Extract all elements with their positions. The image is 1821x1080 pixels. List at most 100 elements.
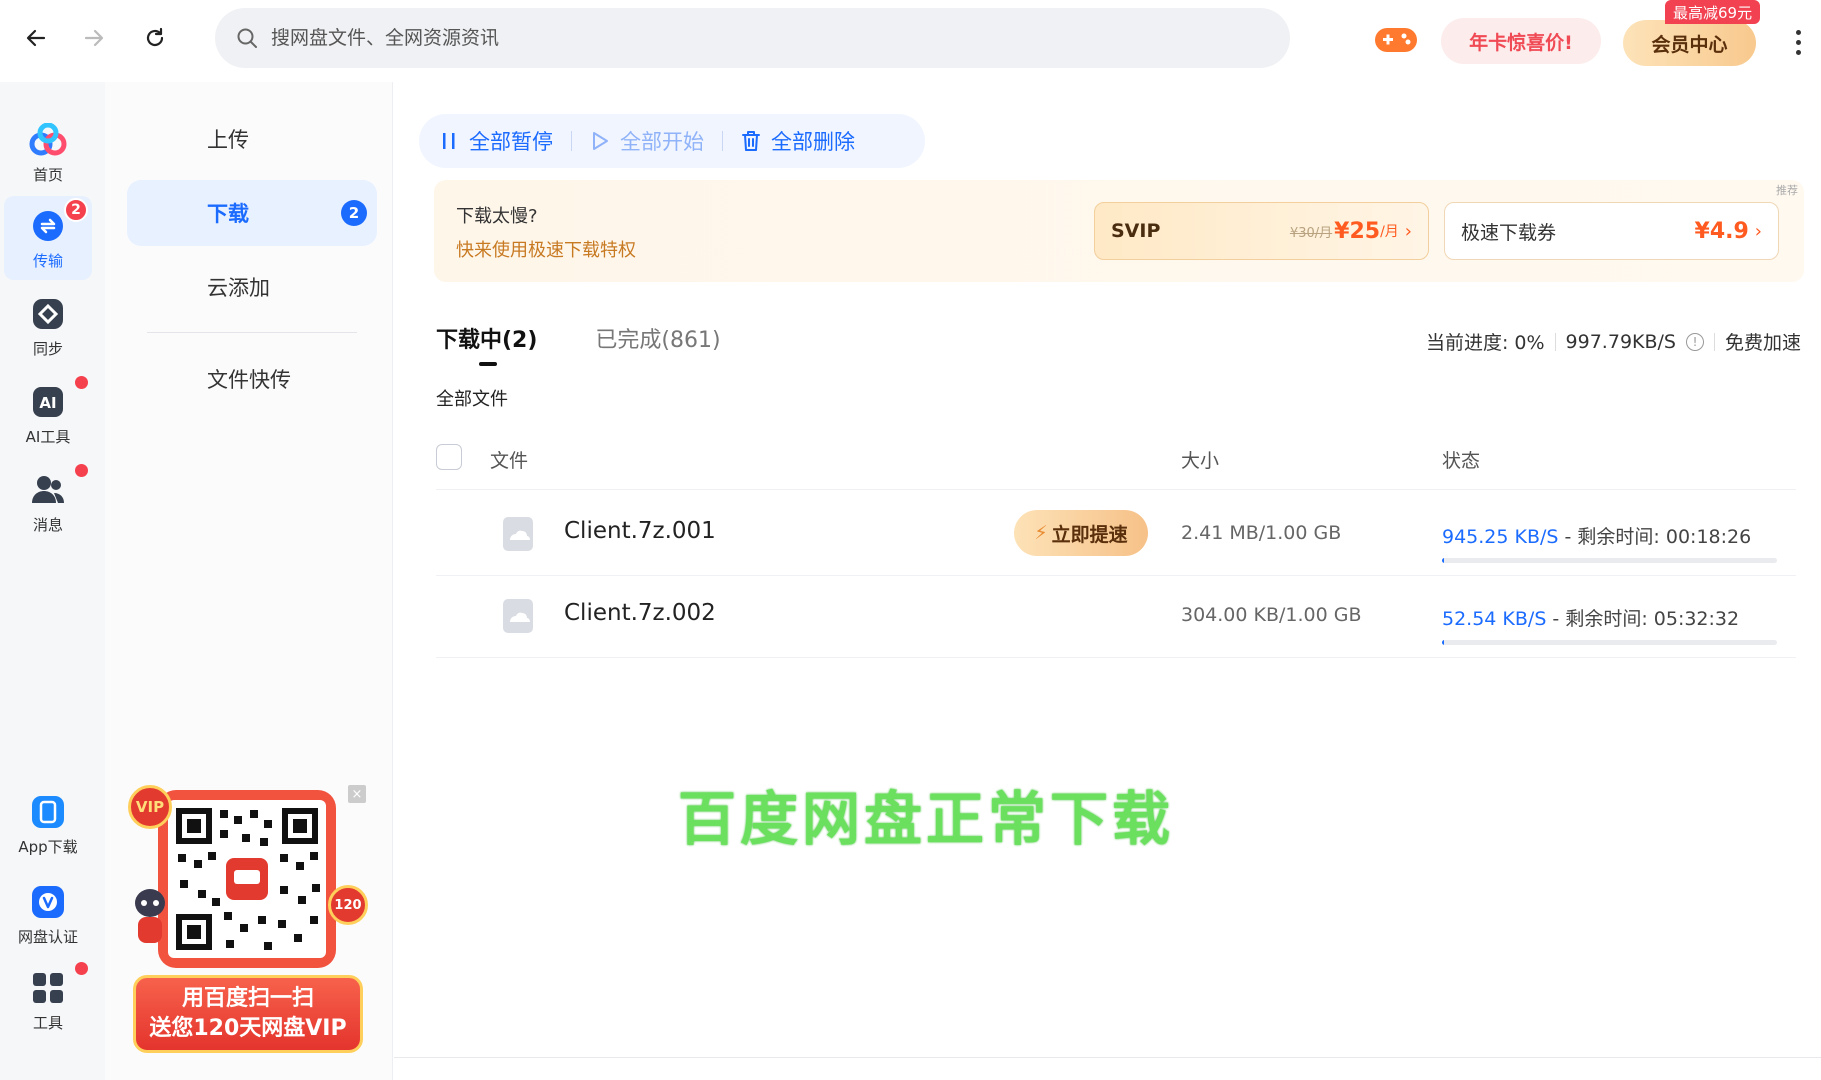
speed-banner-subtitle: 快来使用极速下载特权 xyxy=(456,240,636,261)
coupon-price: ¥4.9 xyxy=(1694,218,1749,244)
rail-item-messages[interactable]: 消息 xyxy=(4,460,92,544)
svg-text:AI: AI xyxy=(39,394,56,412)
file-status: 52.54 KB/S - 剩余时间: 05:32:32 xyxy=(1442,604,1739,631)
boost-now-button[interactable]: ⚡ 立即提速 xyxy=(1014,510,1148,556)
info-icon[interactable]: ! xyxy=(1685,332,1704,351)
chevron-right-icon: › xyxy=(1404,220,1412,242)
subnav-divider xyxy=(147,332,357,333)
recommend-tag: 推荐 xyxy=(1776,184,1798,197)
qr-promo-line2: 送您120天网盘VIP xyxy=(149,1016,347,1041)
divider xyxy=(1554,332,1556,351)
arrow-left-icon xyxy=(26,29,46,47)
download-count-badge: 2 xyxy=(341,200,367,226)
file-name: Client.7z.002 xyxy=(564,600,716,626)
free-boost-link[interactable]: 免费加速 xyxy=(1725,328,1801,355)
qr-code-icon xyxy=(176,808,320,950)
table-row[interactable]: Client.7z.001 ⚡ 立即提速 2.41 MB/1.00 GB 945… xyxy=(436,494,1796,576)
notification-dot xyxy=(75,375,88,389)
rail-item-tools[interactable]: 工具 xyxy=(4,958,92,1042)
rail-item-ai-tools[interactable]: AI AI工具 xyxy=(4,372,92,456)
svip-offer-button[interactable]: SVIP ¥30/月 ¥25 /月 › xyxy=(1094,202,1429,260)
refresh-icon xyxy=(146,27,164,47)
tab-downloading[interactable]: 下载中(2) xyxy=(436,322,537,366)
qr-promo-line1: 用百度扫一扫 xyxy=(181,986,314,1011)
select-all-checkbox[interactable] xyxy=(436,444,462,470)
progress-summary: 当前进度: 0% 997.79KB/S ! 免费加速 xyxy=(1426,328,1801,355)
rail-item-app-download[interactable]: App下载 xyxy=(4,782,92,866)
start-all-button[interactable]: 全部开始 xyxy=(590,126,704,156)
table-header: 文件 大小 状态 xyxy=(436,432,1796,490)
subnav-item-download[interactable]: 下载 2 xyxy=(127,180,377,246)
rail-label: 同步 xyxy=(32,339,63,358)
top-bar: 年卡惊喜价! 会员中心 最高减69元 xyxy=(0,0,1821,82)
download-speed: 52.54 KB/S xyxy=(1442,608,1547,630)
ai-icon: AI xyxy=(28,375,88,422)
pause-all-button[interactable]: 全部暂停 xyxy=(439,126,553,156)
breadcrumb[interactable]: 全部文件 xyxy=(436,385,508,411)
search-bar[interactable] xyxy=(215,8,1290,68)
back-button[interactable] xyxy=(16,18,56,58)
subnav-label: 文件快传 xyxy=(207,368,291,392)
rail-label: 工具 xyxy=(32,1013,63,1032)
delete-all-button[interactable]: 全部删除 xyxy=(741,126,855,156)
rail-item-sync[interactable]: 同步 xyxy=(4,284,92,368)
gamepad-icon[interactable] xyxy=(1373,22,1419,58)
speed-coupon-button[interactable]: 极速下载券 ¥4.9 › xyxy=(1444,202,1779,260)
svip-price: ¥25 xyxy=(1334,218,1381,244)
close-icon[interactable]: × xyxy=(348,785,366,803)
speed-banner-title: 下载太慢? xyxy=(456,206,538,227)
qr-code-image xyxy=(168,800,326,958)
rail-label: 消息 xyxy=(32,515,63,534)
vip-discount-tag: 最高减69元 xyxy=(1665,0,1761,24)
subnav-item-cloud-add[interactable]: 云添加 xyxy=(127,254,377,320)
sync-icon xyxy=(28,294,68,334)
cloud-logo-icon xyxy=(28,120,68,160)
rail-label: AI工具 xyxy=(25,427,71,446)
file-icon xyxy=(503,517,533,551)
rail-label: 首页 xyxy=(32,165,63,184)
progress-bar xyxy=(1442,558,1777,563)
more-menu-button[interactable] xyxy=(1780,20,1816,64)
subnav-label: 云添加 xyxy=(207,276,270,300)
qr-promo-card[interactable]: VIP 120 × 用百度扫一扫 送您120天网盘VIP xyxy=(128,785,368,1055)
file-status: 945.25 KB/S - 剩余时间: 00:18:26 xyxy=(1442,522,1751,549)
batch-action-bar: 全部暂停 全部开始 全部删除 xyxy=(419,114,925,168)
transfer-badge: 2 xyxy=(64,197,88,222)
grid-icon xyxy=(28,961,88,1008)
remaining-time: - 剩余时间: 00:18:26 xyxy=(1558,526,1752,548)
forward-button[interactable] xyxy=(74,18,114,58)
rail-label: 网盘认证 xyxy=(17,927,78,946)
overlay-caption: 百度网盘正常下载 xyxy=(678,785,1175,853)
refresh-button[interactable] xyxy=(135,18,175,58)
subnav-item-upload[interactable]: 上传 xyxy=(127,106,377,172)
svip-name: SVIP xyxy=(1111,220,1161,242)
svip-old-price: ¥30/月 xyxy=(1289,225,1333,241)
transfer-icon: 2 xyxy=(28,197,88,246)
file-size: 304.00 KB/1.00 GB xyxy=(1181,604,1362,626)
start-all-label: 全部开始 xyxy=(620,130,704,154)
search-icon xyxy=(237,28,257,48)
search-input[interactable] xyxy=(271,27,1171,49)
file-icon xyxy=(503,599,533,633)
trash-icon xyxy=(742,131,760,151)
file-name: Client.7z.001 xyxy=(564,518,716,544)
progress-fill xyxy=(1442,558,1444,563)
notification-dot xyxy=(75,961,88,975)
delete-all-label: 全部删除 xyxy=(771,130,855,154)
days-badge: 120 xyxy=(328,885,368,925)
qr-frame xyxy=(158,790,336,968)
action-divider xyxy=(722,131,723,151)
left-rail: 首页 2 传输 同步 AI AI工具 消息 App下载 网盘认证 工具 xyxy=(0,82,105,1080)
contacts-icon xyxy=(28,463,88,510)
vip-center-button[interactable]: 会员中心 xyxy=(1623,20,1756,66)
tab-completed[interactable]: 已完成(861) xyxy=(595,322,720,366)
play-icon xyxy=(593,132,608,150)
table-row[interactable]: Client.7z.002 304.00 KB/1.00 GB 52.54 KB… xyxy=(436,576,1796,658)
rail-item-transfer[interactable]: 2 传输 xyxy=(4,196,92,280)
progress-fill xyxy=(1442,640,1444,645)
rail-item-home[interactable]: 首页 xyxy=(4,110,92,194)
pause-icon xyxy=(443,133,455,149)
rail-item-verify[interactable]: 网盘认证 xyxy=(4,872,92,956)
subnav-item-quick-transfer[interactable]: 文件快传 xyxy=(127,346,377,412)
annual-promo-button[interactable]: 年卡惊喜价! xyxy=(1441,18,1601,64)
